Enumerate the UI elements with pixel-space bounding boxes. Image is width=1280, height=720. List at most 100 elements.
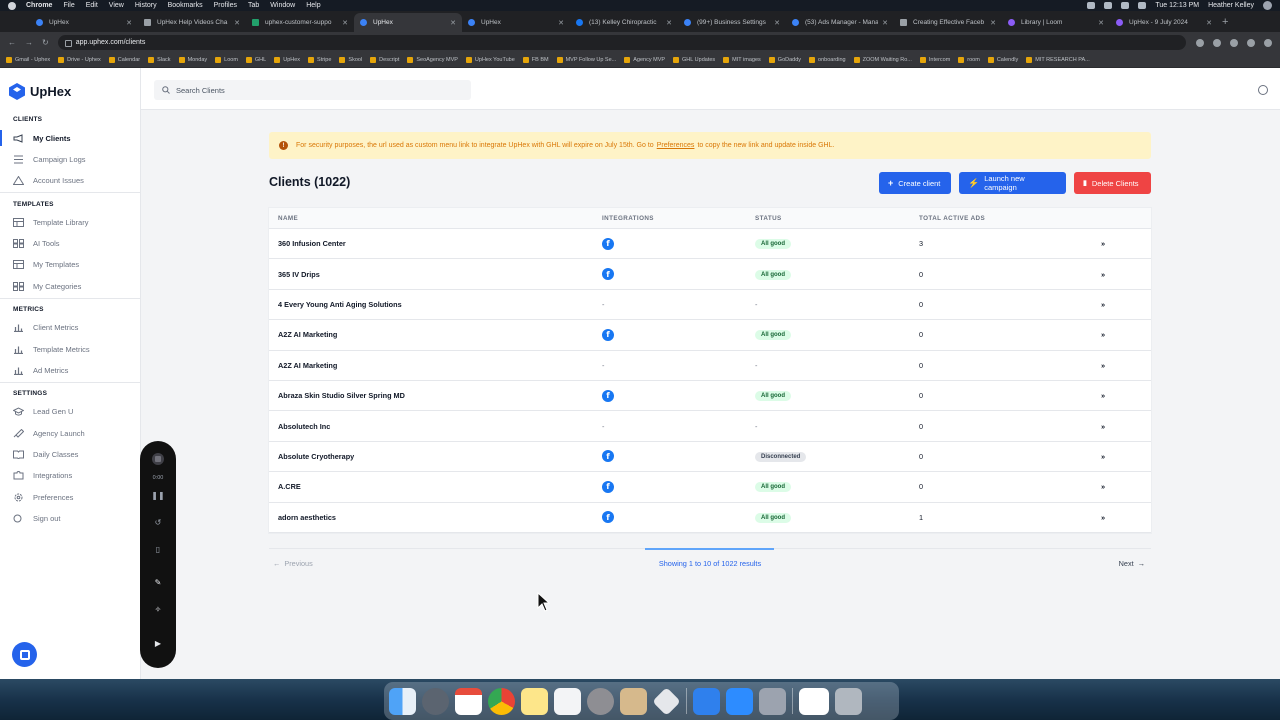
menu-profiles[interactable]: Profiles bbox=[214, 2, 237, 9]
row-open-chevron-icon[interactable]: » bbox=[1101, 270, 1151, 279]
calendar-icon[interactable] bbox=[455, 687, 482, 715]
reminders-icon[interactable] bbox=[554, 687, 581, 715]
create-client-button[interactable]: + Create client bbox=[879, 172, 951, 194]
row-open-chevron-icon[interactable]: » bbox=[1101, 513, 1151, 522]
sidebar-item-integrations[interactable]: Integrations bbox=[0, 466, 141, 484]
sidebar-item-lead-gen-u[interactable]: Lead Gen U bbox=[0, 402, 141, 420]
bookmark-item[interactable]: Monday bbox=[178, 57, 207, 63]
row-open-chevron-icon[interactable]: » bbox=[1101, 239, 1151, 248]
wifi-icon[interactable] bbox=[1104, 2, 1113, 9]
row-open-chevron-icon[interactable]: » bbox=[1101, 330, 1151, 339]
close-tab-icon[interactable]: ✕ bbox=[126, 19, 132, 27]
sidebar-item-ai-tools[interactable]: AI Tools bbox=[0, 234, 141, 252]
sidebar-item-client-metrics[interactable]: Client Metrics bbox=[0, 318, 141, 336]
bookmark-item[interactable]: Calendar bbox=[108, 57, 140, 63]
client-name[interactable]: 365 IV Drips bbox=[269, 270, 602, 279]
sidebar-item-preferences[interactable]: Preferences bbox=[0, 488, 141, 506]
back-icon[interactable]: ← bbox=[8, 38, 16, 47]
sidebar-item-ad-metrics[interactable]: Ad Metrics bbox=[0, 361, 141, 379]
browser-tab[interactable]: UpHex ✕ bbox=[30, 13, 138, 32]
row-open-chevron-icon[interactable]: » bbox=[1101, 300, 1151, 309]
bookmark-item[interactable]: MVP Follow Up Se... bbox=[556, 57, 616, 63]
kebab-menu-icon[interactable] bbox=[1264, 38, 1272, 47]
client-name[interactable]: A2Z AI Marketing bbox=[269, 330, 602, 339]
bookmark-item[interactable]: Drive - Uphex bbox=[58, 57, 101, 63]
table-row[interactable]: Absolutech Inc - -0» bbox=[269, 411, 1151, 442]
table-row[interactable]: A2Z AI Marketing f All good 0 » bbox=[269, 320, 1151, 351]
client-name[interactable]: A.CRE bbox=[269, 482, 602, 491]
browser-tab[interactable]: UpHex ✕ bbox=[462, 13, 570, 32]
bookmark-item[interactable]: Calendly bbox=[987, 57, 1018, 63]
delete-clients-button[interactable]: ▮ Delete Clients bbox=[1074, 172, 1151, 194]
sidebar-item-template-library[interactable]: Template Library bbox=[0, 213, 141, 231]
browser-tab-active[interactable]: UpHex ✕ bbox=[354, 13, 462, 32]
menu-file[interactable]: File bbox=[63, 2, 74, 9]
row-open-chevron-icon[interactable]: » bbox=[1101, 452, 1151, 461]
menu-app-name[interactable]: Chrome bbox=[26, 2, 52, 9]
notes-icon[interactable] bbox=[521, 687, 548, 715]
sidebar-item-daily-classes[interactable]: Daily Classes bbox=[0, 445, 141, 463]
bookmark-item[interactable]: GHL bbox=[245, 57, 266, 63]
menu-view[interactable]: View bbox=[109, 2, 124, 9]
system-settings-icon[interactable] bbox=[587, 687, 614, 715]
table-row[interactable]: Absolute Cryotherapy f Disconnected 0 » bbox=[269, 442, 1151, 473]
browser-tab[interactable]: UpHex Help Videos Cha ✕ bbox=[138, 13, 246, 32]
bookmark-item[interactable]: MIT images bbox=[723, 57, 761, 63]
close-tab-icon[interactable]: ✕ bbox=[558, 19, 564, 27]
close-tab-icon[interactable]: ✕ bbox=[990, 19, 996, 27]
sidebar-item-my-categories[interactable]: My Categories bbox=[0, 277, 141, 295]
trash-bin-icon[interactable] bbox=[835, 687, 862, 715]
row-open-chevron-icon[interactable]: » bbox=[1101, 422, 1151, 431]
menu-bookmarks[interactable]: Bookmarks bbox=[168, 2, 203, 9]
archive-utility-icon[interactable] bbox=[620, 687, 647, 715]
bookmark-item[interactable]: Loom bbox=[215, 57, 238, 63]
close-tab-icon[interactable]: ✕ bbox=[450, 19, 456, 27]
browser-tab[interactable]: Creating Effective Faceb ✕ bbox=[894, 13, 1002, 32]
zoom-icon[interactable] bbox=[726, 687, 753, 715]
pen-app-icon[interactable] bbox=[693, 687, 720, 715]
close-tab-icon[interactable]: ✕ bbox=[774, 19, 780, 27]
table-row[interactable]: Abraza Skin Studio Silver Spring MD f All … bbox=[269, 381, 1151, 412]
launchpad-icon[interactable] bbox=[422, 687, 449, 715]
sidebar-item-my-clients[interactable]: My Clients bbox=[0, 129, 141, 147]
user-account-icon[interactable] bbox=[1258, 85, 1268, 95]
row-open-chevron-icon[interactable]: » bbox=[1101, 482, 1151, 491]
bookmark-item[interactable]: Descript bbox=[370, 57, 399, 63]
bookmark-star-icon[interactable] bbox=[1213, 38, 1221, 47]
row-open-chevron-icon[interactable]: » bbox=[1101, 361, 1151, 370]
restart-icon[interactable]: ↺ bbox=[140, 518, 176, 527]
menu-user[interactable]: Heather Kelley bbox=[1208, 2, 1254, 9]
table-row[interactable]: adorn aesthetics f All good 1 » bbox=[269, 503, 1151, 533]
pause-icon[interactable]: ❚❚ bbox=[140, 491, 176, 500]
battery-icon[interactable] bbox=[1121, 2, 1130, 9]
new-tab-icon[interactable]: + bbox=[1222, 16, 1228, 28]
client-name[interactable]: Absolute Cryotherapy bbox=[269, 452, 602, 461]
launch-campaign-button[interactable]: ⚡ Launch new campaign bbox=[959, 172, 1066, 194]
bookmark-item[interactable]: UpHex bbox=[274, 57, 300, 63]
pen-icon[interactable]: ✎ bbox=[140, 578, 176, 587]
col-name[interactable]: NAME bbox=[269, 215, 602, 222]
apple-icon[interactable] bbox=[8, 1, 16, 10]
close-tab-icon[interactable]: ✕ bbox=[666, 19, 672, 27]
reload-icon[interactable]: ↻ bbox=[42, 38, 49, 47]
menu-window[interactable]: Window bbox=[270, 2, 295, 9]
profile-icon[interactable] bbox=[1247, 38, 1255, 47]
row-open-chevron-icon[interactable]: » bbox=[1101, 391, 1151, 400]
preview-icon[interactable] bbox=[759, 687, 786, 715]
forward-icon[interactable]: → bbox=[25, 38, 33, 47]
close-tab-icon[interactable]: ✕ bbox=[342, 19, 348, 27]
camera-icon[interactable]: ▶ bbox=[140, 639, 176, 648]
bookmark-item[interactable]: Slack bbox=[148, 57, 171, 63]
bookmark-item[interactable]: Stripe bbox=[308, 57, 331, 63]
sidebar-item-template-metrics[interactable]: Template Metrics bbox=[0, 340, 141, 358]
client-name[interactable]: Abraza Skin Studio Silver Spring MD bbox=[269, 391, 602, 400]
zoom-icon[interactable] bbox=[1196, 38, 1204, 47]
minimized-window-icon[interactable] bbox=[799, 687, 829, 715]
next-button[interactable]: Next → bbox=[1119, 559, 1145, 568]
browser-tab[interactable]: (53) Ads Manager - Mana ✕ bbox=[786, 13, 894, 32]
table-row[interactable]: 360 Infusion Center f All good 3 » bbox=[269, 229, 1151, 260]
roblox-icon[interactable] bbox=[652, 686, 681, 716]
browser-tab[interactable]: uphex-customer-suppo ✕ bbox=[246, 13, 354, 32]
effects-icon[interactable]: ✧ bbox=[140, 605, 176, 614]
bookmark-item[interactable]: Intercom bbox=[919, 57, 950, 63]
